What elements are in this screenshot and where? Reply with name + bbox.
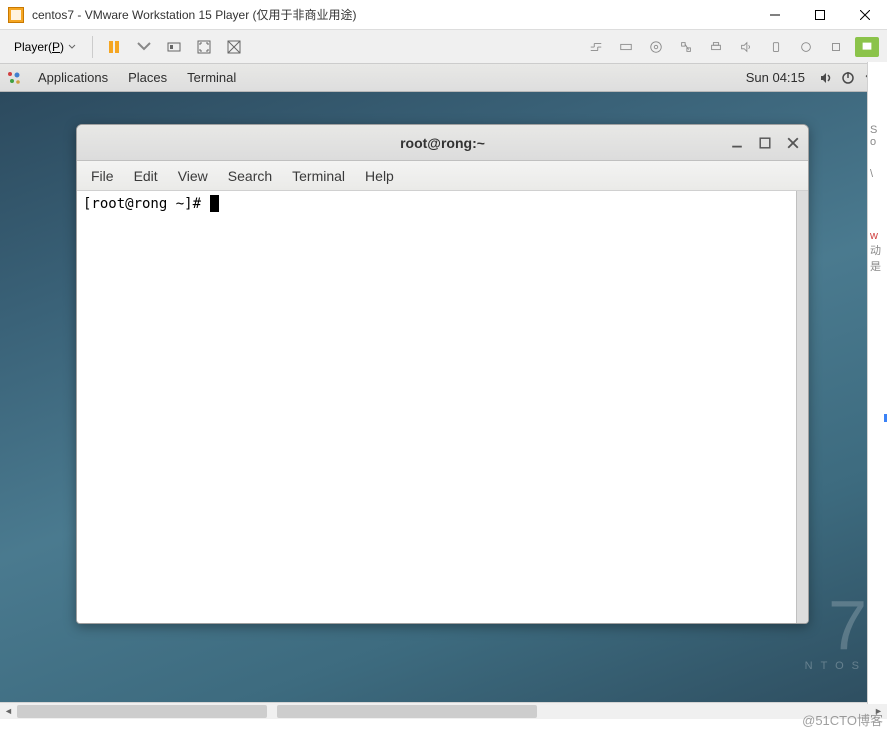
places-menu[interactable]: Places — [118, 66, 177, 89]
terminal-close-button[interactable] — [784, 134, 802, 152]
separator — [92, 36, 93, 58]
terminal-body[interactable]: [root@rong ~]# — [77, 191, 808, 623]
device-icon[interactable] — [825, 36, 847, 58]
browser-side-panel: S o \ w 动 是 — [867, 62, 887, 704]
player-label-prefix: Player( — [14, 40, 52, 54]
power-icon[interactable] — [837, 70, 859, 86]
scroll-thumb[interactable] — [17, 705, 267, 718]
windows-titlebar: centos7 - VMware Workstation 15 Player (… — [0, 0, 887, 30]
scroll-track[interactable] — [17, 703, 870, 720]
message-log-button[interactable] — [855, 37, 879, 57]
terminal-window: root@rong:~ File Edit View Search Termin… — [76, 124, 809, 624]
power-dropdown-button[interactable] — [131, 34, 157, 60]
help-menu[interactable]: Help — [355, 164, 404, 188]
player-label-key: P — [52, 40, 60, 54]
window-title: centos7 - VMware Workstation 15 Player (… — [32, 6, 752, 23]
vmware-icon — [8, 7, 24, 23]
terminal-prompt: [root@rong ~]# — [83, 196, 209, 212]
sound-icon[interactable] — [735, 36, 757, 58]
network-adapter-icon[interactable] — [675, 36, 697, 58]
printer-icon[interactable] — [705, 36, 727, 58]
search-menu[interactable]: Search — [218, 164, 282, 188]
terminal-maximize-button[interactable] — [756, 134, 774, 152]
terminal-cursor — [210, 195, 219, 212]
applications-menu[interactable]: Applications — [28, 66, 118, 89]
terminal-taskbar-item[interactable]: Terminal — [177, 66, 246, 89]
edit-menu[interactable]: Edit — [124, 164, 168, 188]
network-icon[interactable] — [585, 36, 607, 58]
hard-disk-icon[interactable] — [615, 36, 637, 58]
terminal-minimize-button[interactable] — [728, 134, 746, 152]
volume-icon[interactable] — [815, 70, 837, 86]
terminal-menubar: File Edit View Search Terminal Help — [77, 161, 808, 191]
chevron-down-icon — [68, 43, 76, 51]
view-menu[interactable]: View — [168, 164, 218, 188]
desktop[interactable]: 7 NTOS root@rong:~ File Edit View Search… — [0, 92, 887, 702]
usb-icon[interactable] — [765, 36, 787, 58]
terminal-menu[interactable]: Terminal — [282, 164, 355, 188]
fullscreen-button[interactable] — [191, 34, 217, 60]
brand-text: NTOS — [805, 660, 867, 672]
maximize-button[interactable] — [797, 0, 842, 30]
player-menu-button[interactable]: Player(P) — [6, 37, 84, 57]
scroll-left-button[interactable]: ◄ — [0, 703, 17, 720]
close-button[interactable] — [842, 0, 887, 30]
player-label-suffix: ) — [60, 40, 64, 54]
file-menu[interactable]: File — [81, 164, 124, 188]
version-number: 7 — [805, 590, 867, 660]
scroll-right-button[interactable]: ► — [870, 703, 887, 720]
gnome-top-panel: Applications Places Terminal Sun 04:15 — [0, 64, 887, 92]
centos-brand: 7 NTOS — [805, 590, 867, 672]
window-controls — [752, 0, 887, 30]
clock[interactable]: Sun 04:15 — [736, 70, 815, 85]
terminal-titlebar[interactable]: root@rong:~ — [77, 125, 808, 161]
cd-icon[interactable] — [645, 36, 667, 58]
minimize-button[interactable] — [752, 0, 797, 30]
vmware-toolbar: Player(P) — [0, 30, 887, 64]
activities-icon — [6, 70, 22, 86]
pause-vm-button[interactable] — [101, 34, 127, 60]
display-icon[interactable] — [795, 36, 817, 58]
terminal-title: root@rong:~ — [400, 135, 485, 151]
scroll-thumb-2[interactable] — [277, 705, 537, 718]
terminal-scrollbar[interactable] — [796, 191, 808, 623]
unity-button[interactable] — [221, 34, 247, 60]
send-ctrl-alt-del-button[interactable] — [161, 34, 187, 60]
horizontal-scrollbar: ◄ ► — [0, 702, 887, 719]
